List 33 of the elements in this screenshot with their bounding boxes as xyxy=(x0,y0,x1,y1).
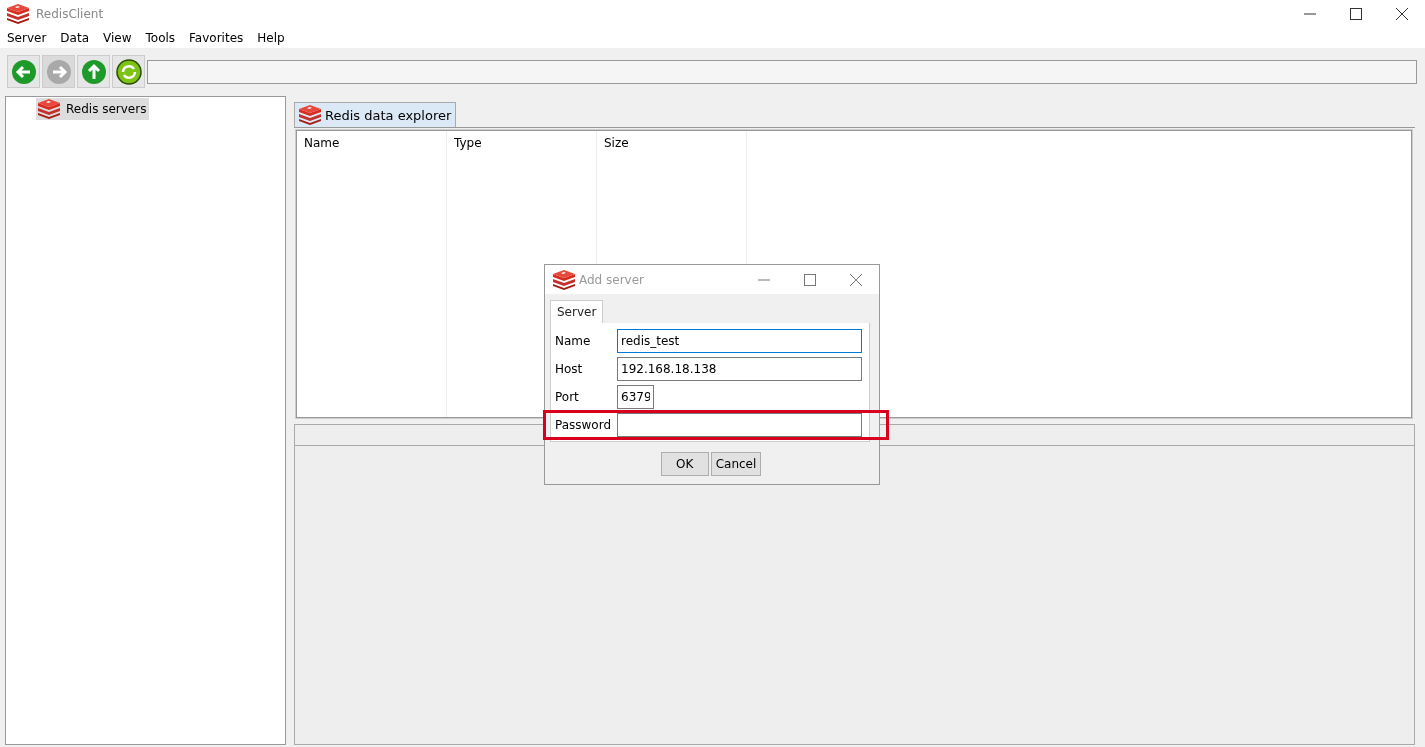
input-field[interactable] xyxy=(617,413,862,437)
redis-logo-icon xyxy=(298,105,322,125)
dialog-button[interactable]: Cancel xyxy=(710,452,762,476)
field-label: Password xyxy=(555,418,611,432)
column-header[interactable]: Size xyxy=(604,136,629,150)
menu-item[interactable]: View xyxy=(103,31,132,45)
window-title: RedisClient xyxy=(36,7,104,21)
refresh-icon xyxy=(115,58,142,85)
app-logo-icon xyxy=(6,4,30,24)
dialog-title: Add server xyxy=(579,272,645,287)
close-icon[interactable] xyxy=(1396,8,1408,20)
menu-item[interactable]: Help xyxy=(257,31,285,45)
column-header[interactable]: Name xyxy=(304,136,340,150)
input-field[interactable]: 6379 xyxy=(617,385,654,409)
maximize-icon[interactable] xyxy=(1350,8,1362,20)
menu-item[interactable]: Tools xyxy=(145,31,176,45)
menu-item[interactable]: Data xyxy=(60,31,89,45)
redis-logo-icon xyxy=(552,269,576,290)
toolbar-button[interactable] xyxy=(112,55,145,88)
address-field[interactable] xyxy=(147,59,1417,84)
input-field[interactable]: redis_test xyxy=(617,329,862,353)
tab[interactable]: Server xyxy=(550,300,604,323)
tab[interactable]: Redis data explorer xyxy=(294,102,457,127)
menu-item[interactable]: Server xyxy=(7,31,47,45)
redis-logo-icon xyxy=(37,99,61,119)
field-label: Port xyxy=(555,390,580,404)
field-label: Name xyxy=(555,334,592,348)
tree-item[interactable]: Redis servers xyxy=(36,98,150,120)
dialog-button[interactable]: OK xyxy=(660,452,709,476)
input-field[interactable]: 192.168.18.138 xyxy=(617,357,862,381)
column-header[interactable]: Type xyxy=(454,136,482,150)
field-label: Host xyxy=(555,362,584,376)
menu-item[interactable]: Favorites xyxy=(189,31,244,45)
